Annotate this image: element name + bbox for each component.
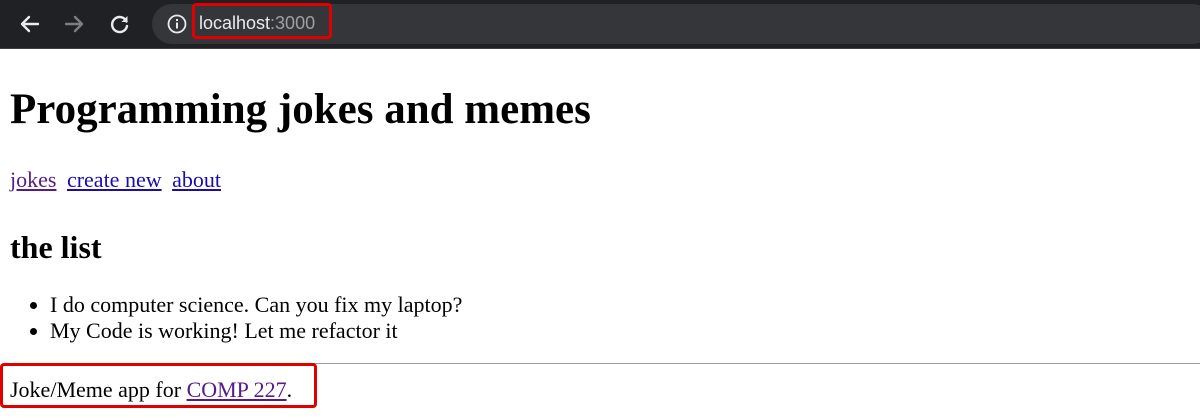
url-highlight-box [192, 3, 332, 39]
page-content: Programming jokes and memes jokes create… [10, 48, 1200, 403]
reload-icon [110, 15, 129, 34]
reload-button[interactable] [106, 10, 134, 38]
create-new-link[interactable]: create new [67, 167, 162, 192]
forward-button[interactable] [60, 10, 88, 38]
page-title: Programming jokes and memes [10, 86, 591, 133]
jokes-link[interactable]: jokes [10, 167, 56, 192]
browser-toolbar: localhost:3000 [0, 0, 1200, 49]
joke-list: I do computer science. Can you fix my la… [10, 292, 1200, 344]
back-button[interactable] [16, 10, 44, 38]
about-link[interactable]: about [172, 167, 221, 192]
arrow-left-icon [20, 15, 40, 33]
info-icon[interactable] [166, 13, 188, 35]
list-item: My Code is working! Let me refactor it [50, 318, 1200, 344]
arrow-right-icon [64, 15, 84, 33]
nav-links: jokes create new about [10, 167, 1200, 193]
section-title: the list [10, 229, 102, 265]
footer-highlight-box [0, 363, 317, 408]
list-item: I do computer science. Can you fix my la… [50, 292, 1200, 318]
